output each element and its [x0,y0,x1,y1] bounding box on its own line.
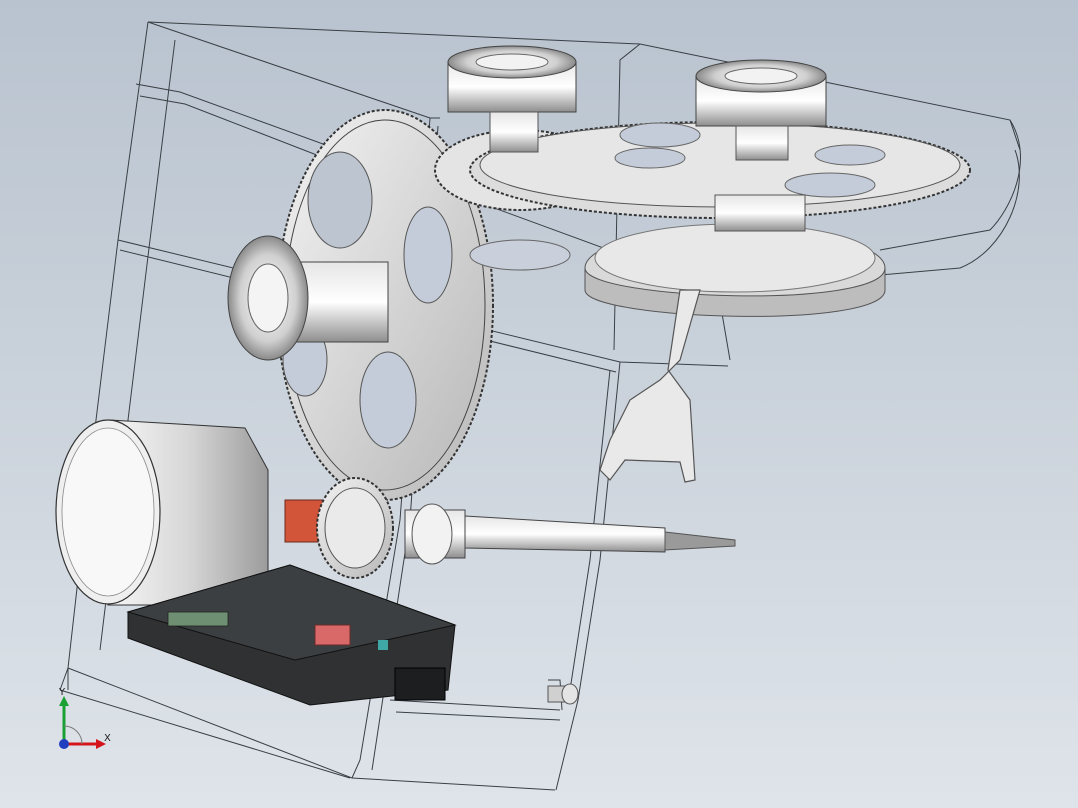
y-axis-label: Y [59,687,66,698]
gearbox-assembly-model [55,21,1021,791]
output-shaft [404,503,736,565]
pinion-gear [316,477,394,579]
x-axis-label: X [104,733,111,744]
side-bolt [547,683,579,705]
drive-motor [55,419,269,606]
coordinate-triad [59,696,106,749]
mounting-disc [584,223,886,317]
cad-viewport[interactable]: Y X [0,0,1078,808]
z-axis-origin [59,739,69,749]
